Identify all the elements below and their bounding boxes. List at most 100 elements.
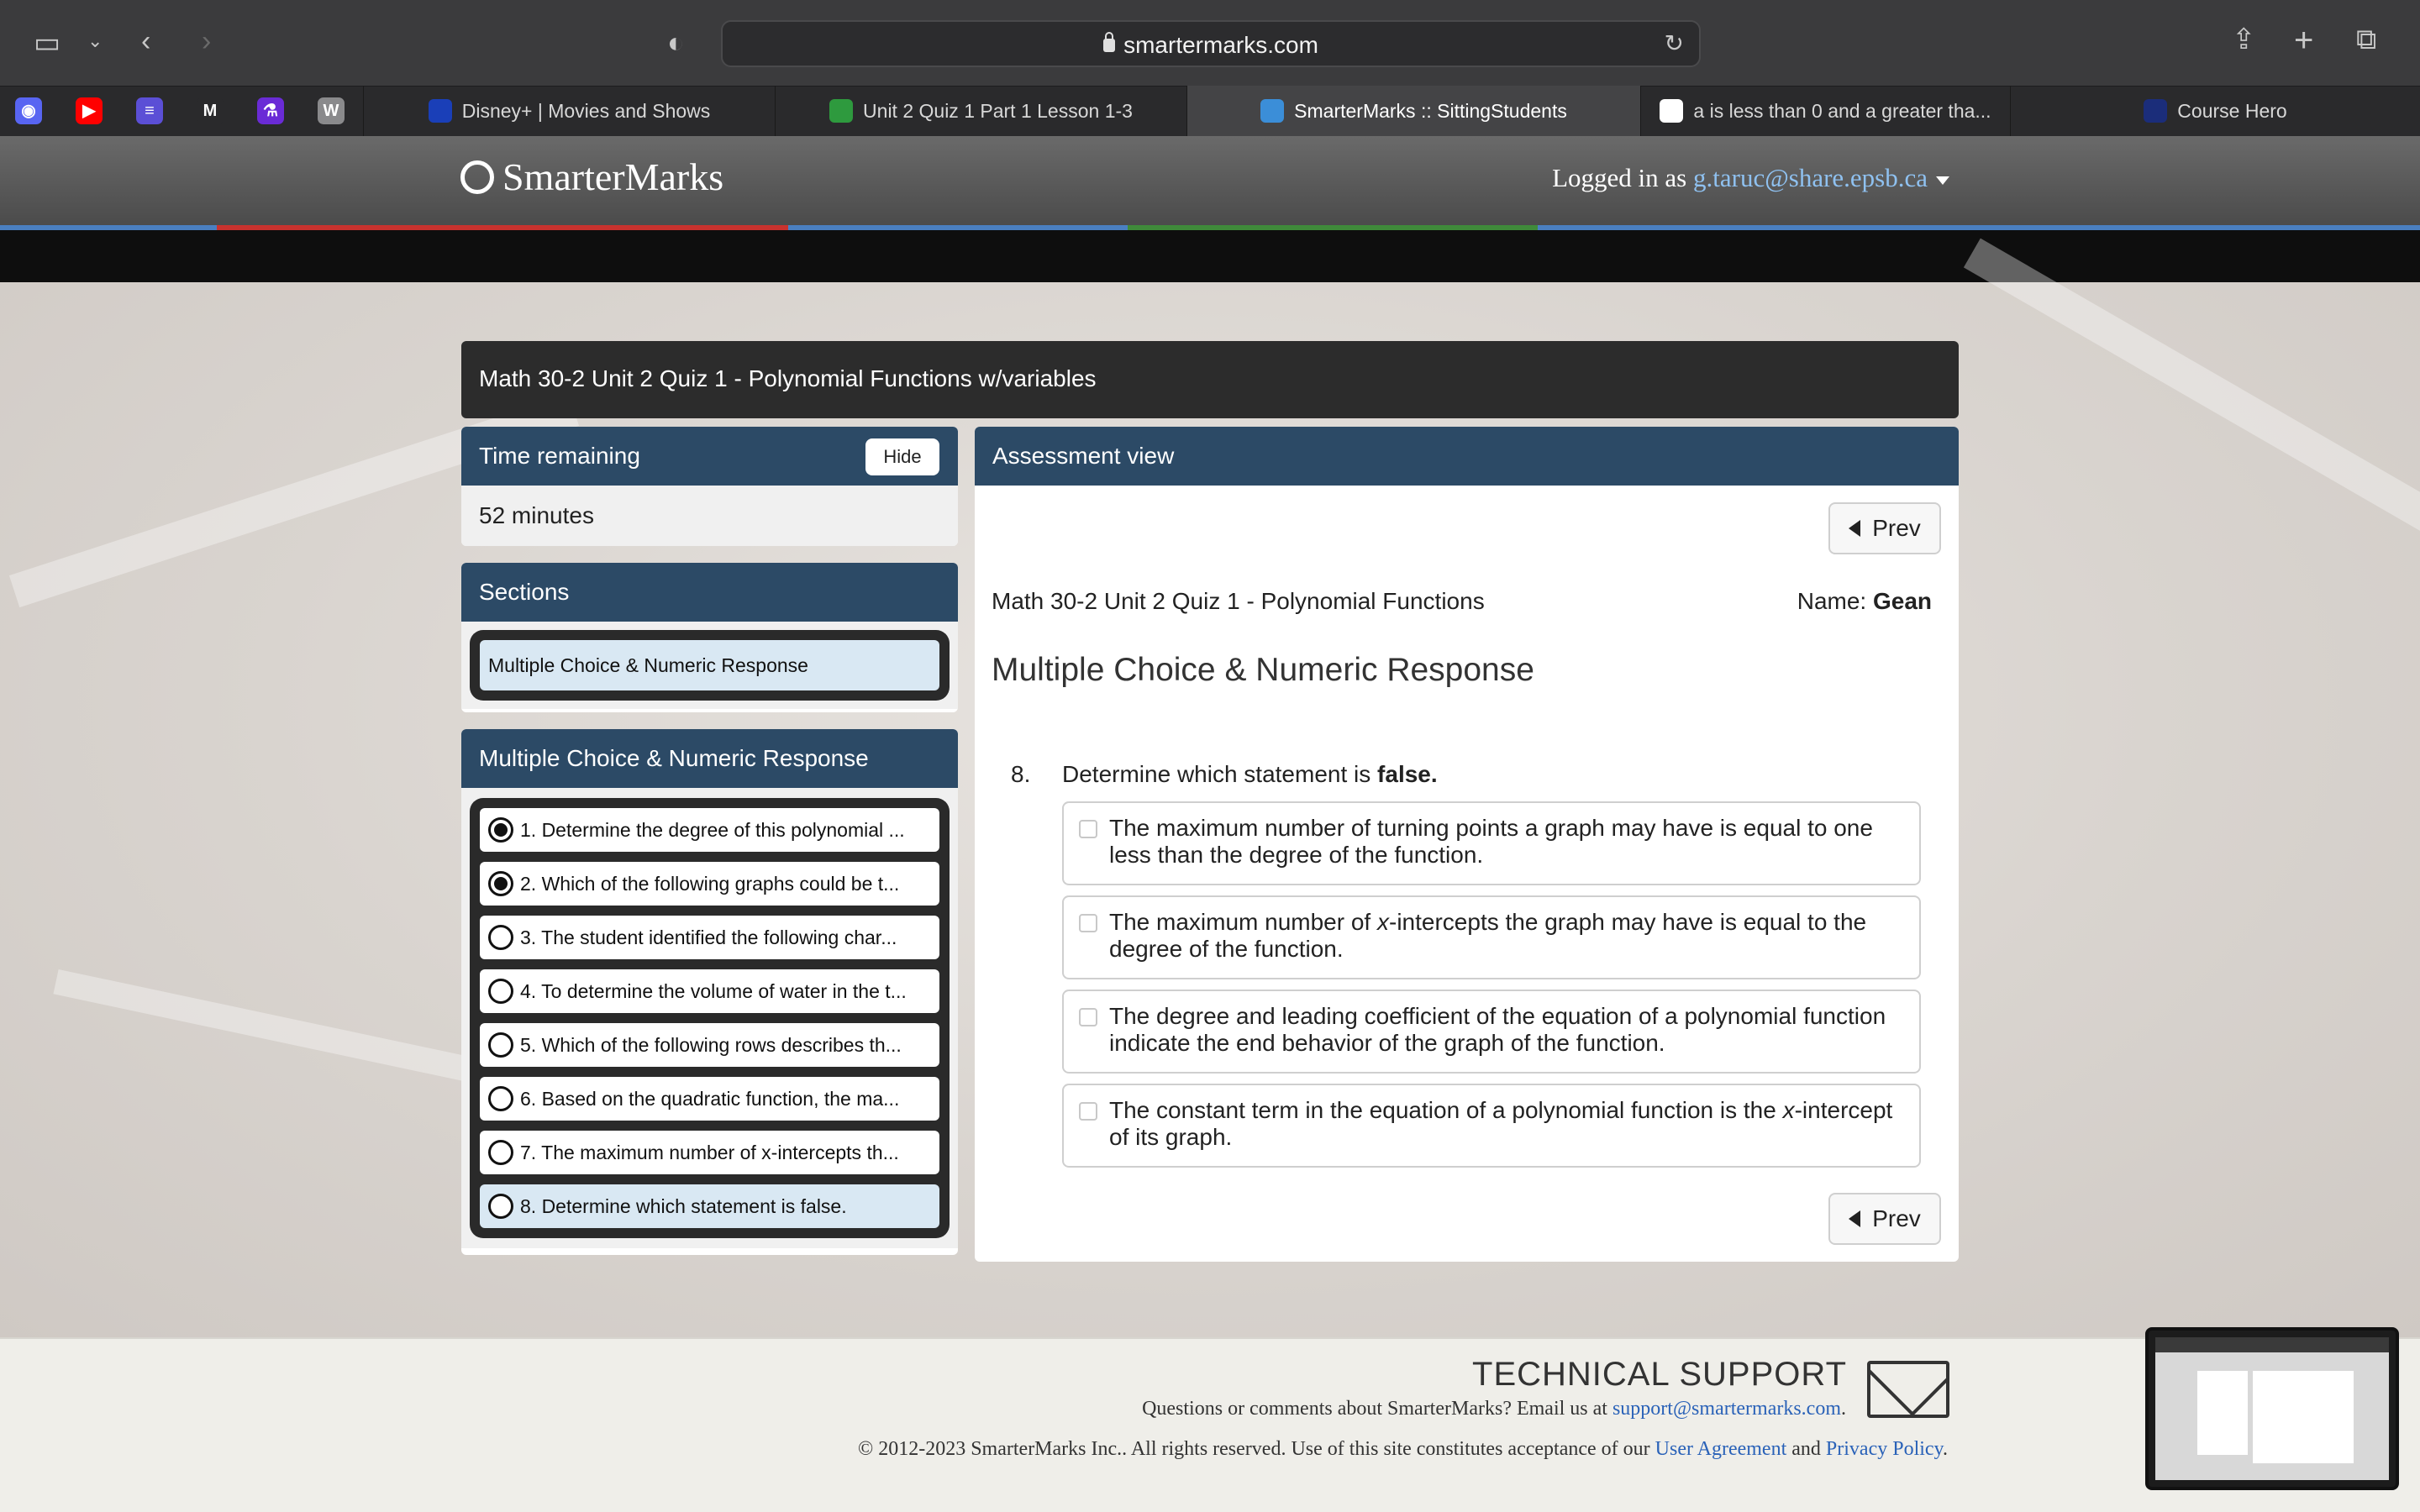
browser-tab[interactable]: Disney+ | Movies and Shows <box>363 86 775 136</box>
favorite-youtube-icon[interactable]: ▶ <box>76 97 103 124</box>
question-nav-label: 2. Which of the following graphs could b… <box>520 873 900 895</box>
option-checkbox[interactable] <box>1079 1008 1097 1026</box>
answered-radio-icon <box>488 871 513 896</box>
favorite-discord-icon[interactable]: ◉ <box>15 97 42 124</box>
tab-label: Disney+ | Movies and Shows <box>461 100 711 122</box>
reload-icon[interactable]: ↻ <box>1665 32 1684 55</box>
option-checkbox[interactable] <box>1079 820 1097 838</box>
support-contact-line: Questions or comments about SmarterMarks… <box>1142 1398 1846 1420</box>
support-email-link[interactable]: support@smartermarks.com <box>1612 1398 1841 1420</box>
user-account-link[interactable]: g.taruc@share.epsb.ca <box>1693 163 1928 192</box>
time-remaining-value: 52 minutes <box>461 486 958 546</box>
tab-favicon-icon <box>2144 98 2168 123</box>
question-nav-item[interactable]: 8. Determine which statement is false. <box>480 1184 939 1228</box>
browser-tab[interactable]: Unit 2 Quiz 1 Part 1 Lesson 1-3 <box>775 86 1186 136</box>
answer-option[interactable]: The maximum number of turning points a g… <box>1062 801 1921 885</box>
logo-mark-icon <box>460 160 494 195</box>
question-nav-item[interactable]: 2. Which of the following graphs could b… <box>480 862 939 906</box>
assessment-header: Assessment view <box>975 427 1959 486</box>
browser-tab[interactable]: Course Hero <box>2010 86 2420 136</box>
question-nav-label: 5. Which of the following rows describes… <box>520 1034 902 1056</box>
site-header <box>0 136 2420 228</box>
section-title: Multiple Choice & Numeric Response <box>992 652 1534 688</box>
answer-option[interactable]: The maximum number of x-intercepts the g… <box>1062 895 1921 979</box>
unanswered-radio-icon <box>488 1086 513 1111</box>
technical-support-title: TECHNICAL SUPPORT <box>1472 1356 1847 1393</box>
caret-down-icon[interactable] <box>1936 176 1949 185</box>
back-arrow-icon[interactable]: ‹ <box>141 27 150 55</box>
time-remaining-header: Time remaining <box>479 443 640 469</box>
answer-option[interactable]: The degree and leading coefficient of th… <box>1062 990 1921 1074</box>
section-item-multiple-choice[interactable]: Multiple Choice & Numeric Response <box>480 640 939 690</box>
option-checkbox[interactable] <box>1079 1102 1097 1121</box>
question-nav-item[interactable]: 5. Which of the following rows describes… <box>480 1023 939 1067</box>
address-bar[interactable]: smartermarks.com ↻ <box>721 20 1701 67</box>
question-nav-label: 8. Determine which statement is false. <box>520 1195 847 1217</box>
tab-label: Unit 2 Quiz 1 Part 1 Lesson 1-3 <box>863 100 1133 122</box>
favorite-word-icon[interactable]: W <box>318 97 345 124</box>
answer-option[interactable]: The constant term in the equation of a p… <box>1062 1084 1921 1168</box>
question-nav-item[interactable]: 7. The maximum number of x-intercepts th… <box>480 1131 939 1174</box>
questions-header: Multiple Choice & Numeric Response <box>461 729 958 788</box>
question-nav-label: 6. Based on the quadratic function, the … <box>520 1088 900 1110</box>
question-number: 8. <box>1011 761 1031 787</box>
question-nav-item[interactable]: 3. The student identified the following … <box>480 916 939 959</box>
tab-favicon-icon <box>428 98 452 123</box>
browser-tab[interactable]: SmarterMarks :: SittingStudents <box>1186 86 1640 136</box>
student-name-row: Name: Gean <box>1797 588 1932 614</box>
quiz-title-bar: Math 30-2 Unit 2 Quiz 1 - Polynomial Fun… <box>461 341 1959 418</box>
privacy-shield-icon[interactable]: ◐ <box>667 29 685 57</box>
browser-toolbar: ▭ ⌄ ‹ › ◐ smartermarks.com ↻ ⇪ + ⧉ <box>0 0 2420 86</box>
answered-radio-icon <box>488 817 513 843</box>
sections-panel: Sections Multiple Choice & Numeric Respo… <box>461 563 958 712</box>
footer <box>0 1337 2420 1512</box>
question-nav-label: 1. Determine the degree of this polynomi… <box>520 819 905 841</box>
browser-tab[interactable]: a is less than 0 and a greater tha... <box>1640 86 2010 136</box>
new-tab-plus-icon[interactable]: + <box>2294 24 2313 57</box>
unanswered-radio-icon <box>488 1194 513 1219</box>
assessment-quiz-name: Math 30-2 Unit 2 Quiz 1 - Polynomial Fun… <box>992 588 1485 614</box>
share-icon[interactable]: ⇪ <box>2232 25 2256 54</box>
forward-arrow-icon[interactable]: › <box>202 27 211 55</box>
favorite-lab-icon[interactable]: ⚗ <box>257 97 284 124</box>
favorite-tasks-icon[interactable]: ≡ <box>136 97 163 124</box>
question-nav-label: 4. To determine the volume of water in t… <box>520 980 907 1002</box>
unanswered-radio-icon <box>488 1140 513 1165</box>
user-agreement-link[interactable]: User Agreement <box>1655 1438 1787 1460</box>
quiz-title: Math 30-2 Unit 2 Quiz 1 - Polynomial Fun… <box>479 365 1097 391</box>
questions-panel: Multiple Choice & Numeric Response 1. De… <box>461 729 958 1255</box>
time-remaining-panel: Time remaining Hide 52 minutes <box>461 427 958 546</box>
triangle-left-icon <box>1849 1210 1861 1227</box>
copyright-line: © 2012-2023 SmarterMarks Inc.. All right… <box>857 1438 1948 1460</box>
header-dark-band <box>0 230 2420 282</box>
envelope-icon[interactable] <box>1867 1361 1949 1418</box>
screenshot-thumbnail[interactable] <box>2145 1327 2399 1490</box>
prev-button-top[interactable]: Prev <box>1828 502 1941 554</box>
question-nav-item[interactable]: 6. Based on the quadratic function, the … <box>480 1077 939 1121</box>
unanswered-radio-icon <box>488 1032 513 1058</box>
tab-favicon-icon <box>1260 98 1285 123</box>
tab-favicon-icon <box>1660 98 1684 123</box>
favorite-gmail-icon[interactable]: M <box>197 97 224 124</box>
question-nav-label: 7. The maximum number of x-intercepts th… <box>520 1142 899 1163</box>
hide-timer-button[interactable]: Hide <box>865 438 939 475</box>
question-nav-item[interactable]: 4. To determine the volume of water in t… <box>480 969 939 1013</box>
privacy-policy-link[interactable]: Privacy Policy <box>1826 1438 1943 1460</box>
chevron-down-icon[interactable]: ⌄ <box>87 32 103 50</box>
question-nav-label: 3. The student identified the following … <box>520 927 897 948</box>
student-name: Gean <box>1872 588 1932 614</box>
triangle-left-icon <box>1849 519 1861 537</box>
unanswered-radio-icon <box>488 979 513 1004</box>
tab-label: Course Hero <box>2177 100 2287 122</box>
prev-button-bottom[interactable]: Prev <box>1828 1193 1941 1245</box>
sidebar-toggle-icon[interactable]: ▭ <box>34 29 60 57</box>
tab-overview-icon[interactable]: ⧉ <box>2356 25 2376 54</box>
tab-label: SmarterMarks :: SittingStudents <box>1294 100 1567 122</box>
login-status: Logged in as g.taruc@share.epsb.ca <box>1552 163 1949 193</box>
unanswered-radio-icon <box>488 925 513 950</box>
tab-label: a is less than 0 and a greater tha... <box>1693 100 1991 122</box>
smartermarks-logo[interactable]: SmarterMarks <box>460 155 723 199</box>
question-nav-item[interactable]: 1. Determine the degree of this polynomi… <box>480 808 939 852</box>
url-text: smartermarks.com <box>1123 32 1318 58</box>
option-checkbox[interactable] <box>1079 914 1097 932</box>
